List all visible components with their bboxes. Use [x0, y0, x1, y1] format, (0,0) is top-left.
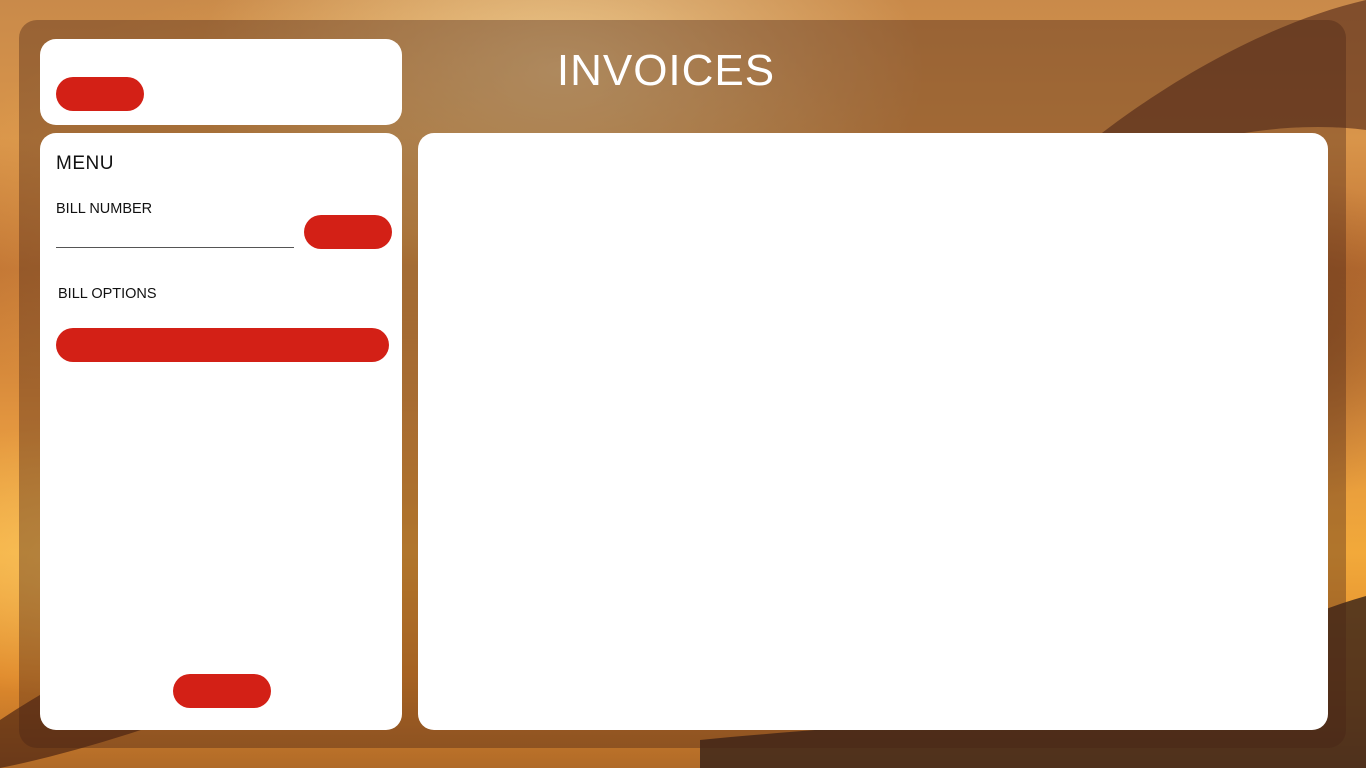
bill-options-label: BILL OPTIONS — [58, 286, 157, 302]
page-title: INVOICES — [556, 46, 776, 95]
bill-option-button[interactable] — [56, 328, 389, 362]
top-card — [40, 39, 402, 125]
menu-panel: MENU BILL NUMBER BILL OPTIONS — [40, 133, 402, 730]
top-action-button[interactable] — [56, 77, 144, 111]
bill-search-button[interactable] — [304, 215, 392, 249]
invoice-content-area — [418, 133, 1328, 730]
menu-title: MENU — [56, 153, 114, 174]
bill-number-input[interactable] — [56, 225, 294, 248]
menu-bottom-button[interactable] — [173, 674, 271, 708]
bill-number-label: BILL NUMBER — [56, 201, 153, 217]
